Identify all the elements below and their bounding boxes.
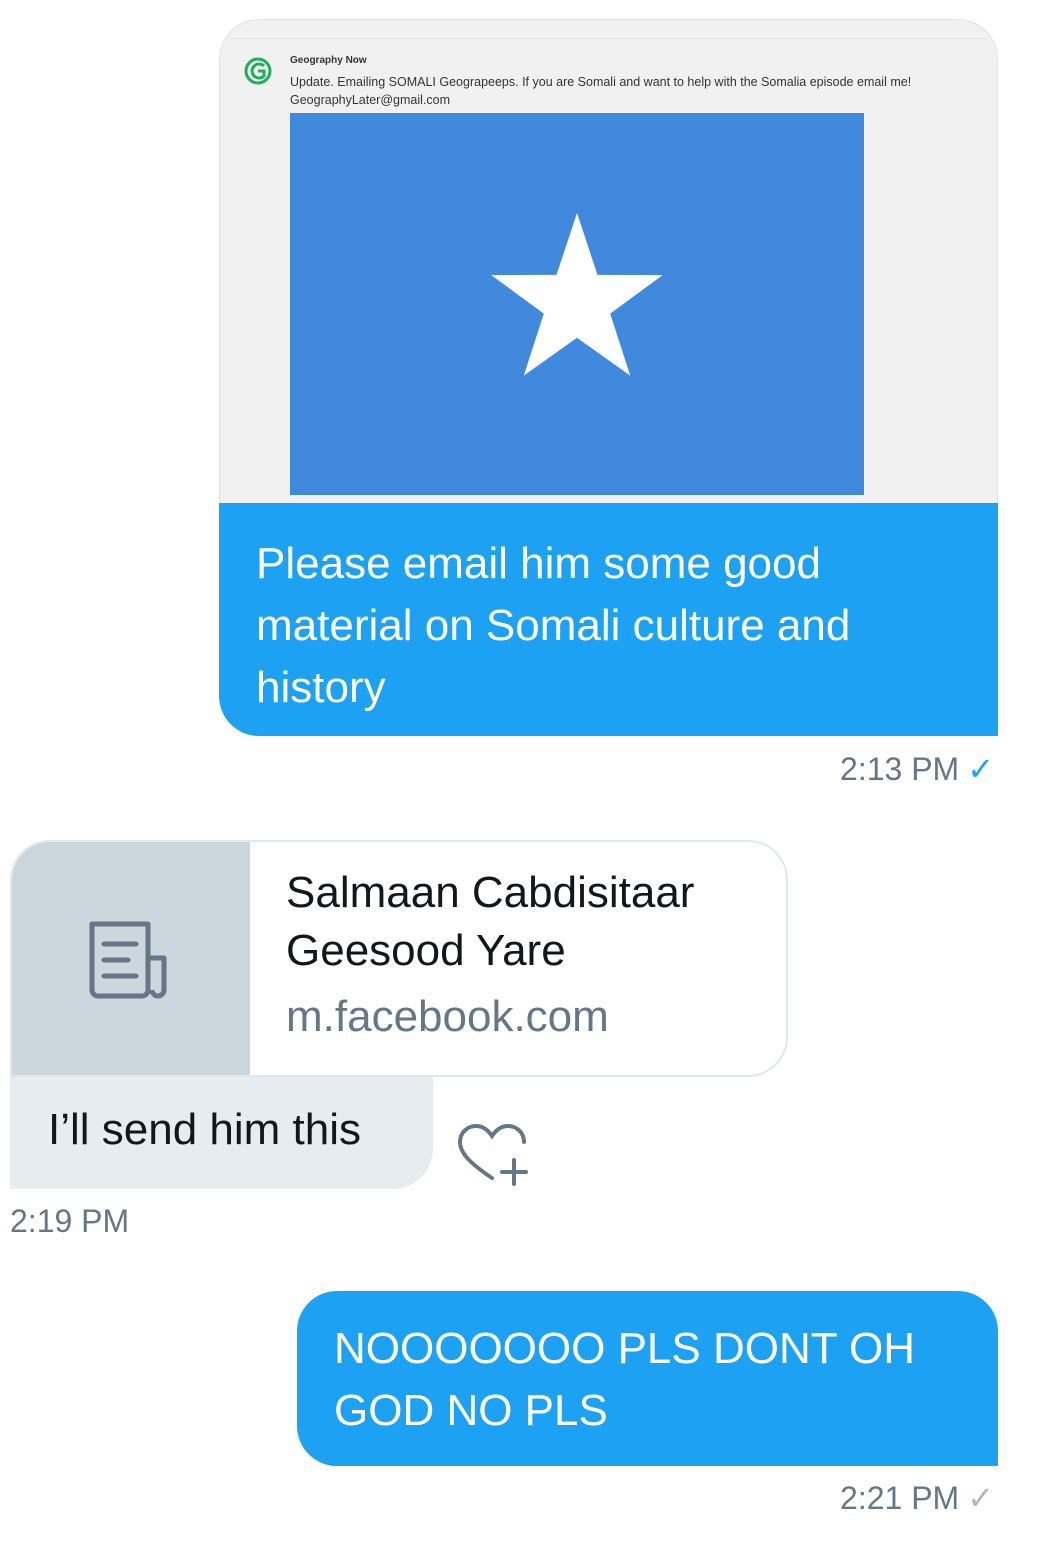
- tweet-text: Update. Emailing SOMALI Geograpeeps. If …: [290, 75, 912, 107]
- incoming-message-bubble[interactable]: I’ll send him this: [10, 1077, 433, 1189]
- star-icon: [491, 213, 663, 376]
- tweet-account-name: Geography Now: [290, 55, 367, 66]
- document-icon: [89, 921, 167, 999]
- timestamp-text: 2:19 PM: [10, 1203, 130, 1239]
- message-timestamp: 2:21 PM ✓: [840, 1479, 994, 1517]
- message-text: I’ll send him this: [48, 1105, 362, 1154]
- heart-plus-icon[interactable]: [458, 1124, 528, 1188]
- message-text: Please email him some good material on S…: [256, 539, 851, 712]
- message-timestamp: 2:19 PM: [10, 1203, 129, 1240]
- outgoing-message-bubble[interactable]: NOOOOOOO PLS DONT OH GOD NO PLS: [297, 1291, 998, 1466]
- geography-now-logo-icon: [244, 57, 272, 85]
- divider: [230, 38, 987, 39]
- message-timestamp: 2:13 PM ✓: [840, 750, 994, 788]
- check-icon: ✓: [967, 1480, 994, 1516]
- link-title: Salmaan Cabdisitaar Geesood Yare: [286, 868, 695, 975]
- timestamp-text: 2:13 PM: [840, 751, 960, 787]
- outgoing-message-bubble[interactable]: Please email him some good material on S…: [219, 503, 998, 736]
- timestamp-text: 2:21 PM: [840, 1480, 960, 1516]
- somalia-flag-image: [290, 113, 864, 495]
- link-domain: m.facebook.com: [286, 992, 609, 1041]
- link-thumbnail: [12, 842, 250, 1075]
- check-icon: ✓: [967, 751, 994, 787]
- link-preview-card[interactable]: Salmaan Cabdisitaar Geesood Yare m.faceb…: [10, 840, 788, 1077]
- message-text: NOOOOOOO PLS DONT OH GOD NO PLS: [334, 1324, 916, 1435]
